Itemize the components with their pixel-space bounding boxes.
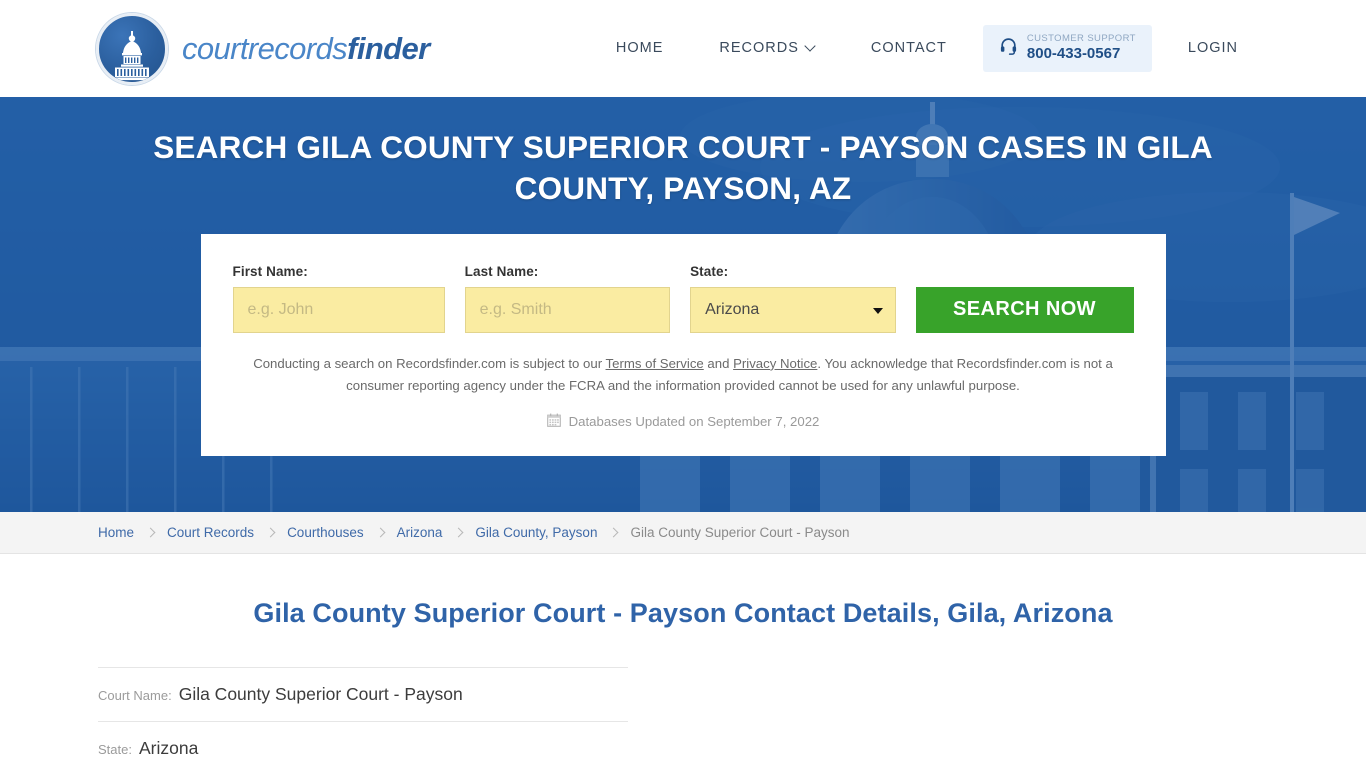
support-phone: 800-433-0567	[1026, 45, 1121, 63]
disclaimer-part1: Conducting a search on Recordsfinder.com…	[253, 355, 606, 371]
breadcrumb-item-arizona[interactable]: Arizona	[397, 525, 443, 540]
site-logo[interactable]: courtrecordsfinder	[96, 12, 430, 85]
last-name-input[interactable]	[464, 286, 671, 333]
hero-section: SEARCH GILA COUNTY SUPERIOR COURT - PAYS…	[0, 97, 1366, 512]
state-field-group: State: Arizona	[690, 263, 896, 333]
search-disclaimer: Conducting a search on Recordsfinder.com…	[233, 353, 1134, 397]
nav-item-home[interactable]: HOME	[588, 40, 692, 56]
state-label: State:	[690, 263, 729, 279]
detail-label: Court Name:	[98, 688, 172, 703]
breadcrumb-item-court-records[interactable]: Court Records	[167, 525, 254, 540]
breadcrumb-item-gila-county-payson[interactable]: Gila County, Payson	[475, 525, 597, 540]
first-name-field-group: First Name:	[232, 263, 445, 333]
database-updated-notice: Databases Updated on September 7, 2022	[233, 413, 1134, 430]
logo-word-part2: finder	[347, 30, 430, 66]
headset-icon	[999, 36, 1018, 60]
site-header: courtrecordsfinder HOME RECORDS CONTACT	[0, 0, 1366, 97]
chevron-down-icon	[806, 42, 815, 51]
breadcrumb-bar: Home Court Records Courthouses Arizona G…	[0, 512, 1366, 554]
detail-label: State:	[98, 742, 132, 757]
privacy-notice-link[interactable]: Privacy Notice	[733, 356, 817, 371]
last-name-label: Last Name:	[464, 263, 539, 279]
nav-item-home-label: HOME	[615, 40, 664, 57]
chevron-right-icon	[609, 527, 619, 538]
breadcrumb-item-home[interactable]: Home	[98, 525, 134, 540]
search-form-row: First Name: Last Name: State: Arizona	[232, 263, 1134, 333]
breadcrumb-item-current: Gila County Superior Court - Payson	[630, 525, 850, 540]
capitol-dome-icon	[96, 12, 168, 85]
detail-value: Gila County Superior Court - Payson	[178, 684, 463, 704]
chevron-right-icon	[375, 527, 386, 538]
first-name-input[interactable]	[232, 286, 445, 333]
nav-item-contact[interactable]: CONTACT	[843, 40, 975, 56]
breadcrumb: Home Court Records Courthouses Arizona G…	[98, 525, 850, 540]
nav-item-login[interactable]: LOGIN	[1160, 40, 1266, 56]
logo-word-part1: courtrecords	[182, 30, 348, 66]
search-form-card: First Name: Last Name: State: Arizona	[200, 233, 1166, 457]
calendar-icon	[546, 413, 561, 430]
detail-row-state: State: Arizona	[98, 721, 628, 768]
nav-item-login-label: LOGIN	[1187, 40, 1238, 57]
hero-title: SEARCH GILA COUNTY SUPERIOR COURT - PAYS…	[153, 129, 1213, 206]
chevron-right-icon	[453, 527, 464, 538]
nav-item-records-label: RECORDS	[719, 40, 799, 57]
support-label: CUSTOMER SUPPORT	[1026, 33, 1136, 45]
page-title: Gila County Superior Court - Payson Cont…	[253, 598, 1113, 628]
first-name-label: First Name:	[232, 263, 308, 279]
terms-of-service-link[interactable]: Terms of Service	[606, 356, 704, 371]
search-now-button[interactable]: SEARCH NOW	[915, 286, 1134, 333]
disclaimer-part2: and	[703, 355, 734, 371]
court-details-list: Court Name: Gila County Superior Court -…	[98, 667, 628, 768]
customer-support-badge[interactable]: CUSTOMER SUPPORT 800-433-0567	[982, 25, 1152, 72]
last-name-field-group: Last Name:	[464, 263, 671, 333]
nav-item-records[interactable]: RECORDS	[691, 40, 843, 56]
state-select[interactable]: Arizona	[690, 286, 896, 333]
main-navigation: HOME RECORDS CONTACT CUSTOMER SUPPORT 80…	[588, 25, 1266, 72]
detail-row-court-name: Court Name: Gila County Superior Court -…	[98, 667, 628, 721]
breadcrumb-item-courthouses[interactable]: Courthouses	[287, 525, 364, 540]
logo-wordmark: courtrecordsfinder	[182, 31, 430, 67]
chevron-right-icon	[265, 527, 276, 538]
chevron-right-icon	[145, 527, 156, 538]
nav-item-contact-label: CONTACT	[870, 40, 947, 57]
database-updated-text: Databases Updated on September 7, 2022	[568, 414, 820, 430]
main-content: Gila County Superior Court - Payson Cont…	[0, 554, 1366, 768]
detail-value: Arizona	[138, 738, 199, 758]
